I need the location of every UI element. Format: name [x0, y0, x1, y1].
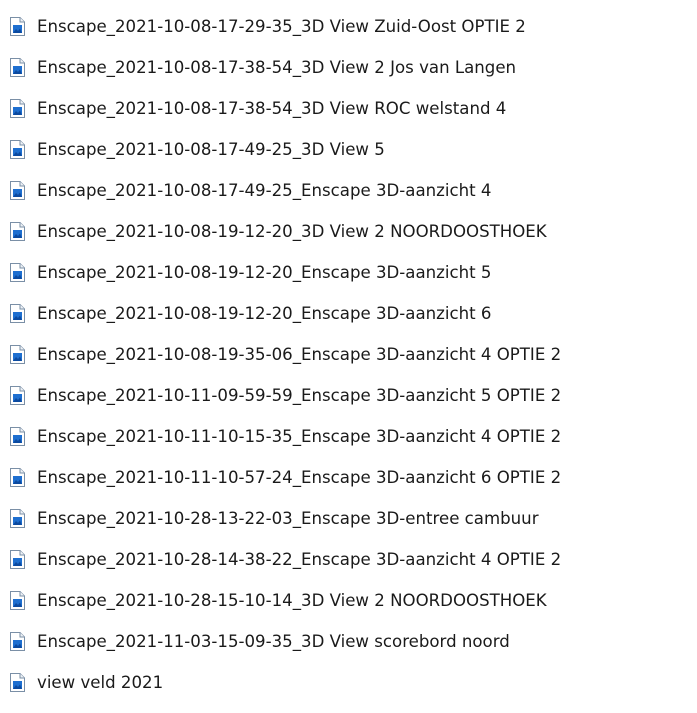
file-name: Enscape_2021-10-08-17-29-35_3D View Zuid… — [37, 16, 526, 36]
file-name: Enscape_2021-10-08-19-12-20_Enscape 3D-a… — [37, 262, 492, 282]
file-name: Enscape_2021-10-08-19-12-20_Enscape 3D-a… — [37, 303, 492, 323]
image-file-icon — [10, 468, 25, 487]
image-file-icon — [10, 632, 25, 651]
image-file-icon — [10, 673, 25, 692]
file-item[interactable]: Enscape_2021-10-28-14-38-22_Enscape 3D-a… — [0, 539, 697, 580]
image-file-icon — [10, 181, 25, 200]
image-file-icon — [10, 17, 25, 36]
file-name: view veld 2021 — [37, 672, 164, 692]
file-name: Enscape_2021-10-08-17-38-54_3D View 2 Jo… — [37, 57, 517, 77]
file-item[interactable]: Enscape_2021-10-28-15-10-14_3D View 2 NO… — [0, 580, 697, 621]
image-file-icon — [10, 591, 25, 610]
file-name: Enscape_2021-10-28-13-22-03_Enscape 3D-e… — [37, 508, 539, 528]
image-file-icon — [10, 427, 25, 446]
file-name: Enscape_2021-10-08-17-38-54_3D View ROC … — [37, 98, 507, 118]
file-name: Enscape_2021-10-11-09-59-59_Enscape 3D-a… — [37, 385, 562, 405]
file-item[interactable]: Enscape_2021-10-08-17-29-35_3D View Zuid… — [0, 6, 697, 47]
file-item[interactable]: Enscape_2021-10-08-19-12-20_Enscape 3D-a… — [0, 293, 697, 334]
file-item[interactable]: Enscape_2021-10-08-17-49-25_Enscape 3D-a… — [0, 170, 697, 211]
image-file-icon — [10, 509, 25, 528]
file-item[interactable]: view veld 2021 — [0, 662, 697, 703]
file-name: Enscape_2021-10-11-10-15-35_Enscape 3D-a… — [37, 426, 562, 446]
file-name: Enscape_2021-10-28-15-10-14_3D View 2 NO… — [37, 590, 547, 610]
file-item[interactable]: Enscape_2021-10-08-17-38-54_3D View ROC … — [0, 88, 697, 129]
image-file-icon — [10, 99, 25, 118]
file-list: Enscape_2021-10-08-17-29-35_3D View Zuid… — [0, 6, 697, 703]
file-item[interactable]: Enscape_2021-10-11-10-57-24_Enscape 3D-a… — [0, 457, 697, 498]
file-item[interactable]: Enscape_2021-10-28-13-22-03_Enscape 3D-e… — [0, 498, 697, 539]
file-name: Enscape_2021-10-08-19-35-06_Enscape 3D-a… — [37, 344, 562, 364]
file-name: Enscape_2021-10-08-17-49-25_3D View 5 — [37, 139, 385, 159]
image-file-icon — [10, 263, 25, 282]
image-file-icon — [10, 140, 25, 159]
file-item[interactable]: Enscape_2021-11-03-15-09-35_3D View scor… — [0, 621, 697, 662]
image-file-icon — [10, 345, 25, 364]
file-name: Enscape_2021-10-08-17-49-25_Enscape 3D-a… — [37, 180, 492, 200]
image-file-icon — [10, 58, 25, 77]
image-file-icon — [10, 386, 25, 405]
file-item[interactable]: Enscape_2021-10-08-17-38-54_3D View 2 Jo… — [0, 47, 697, 88]
file-item[interactable]: Enscape_2021-10-11-09-59-59_Enscape 3D-a… — [0, 375, 697, 416]
image-file-icon — [10, 550, 25, 569]
file-item[interactable]: Enscape_2021-10-08-17-49-25_3D View 5 — [0, 129, 697, 170]
file-item[interactable]: Enscape_2021-10-08-19-35-06_Enscape 3D-a… — [0, 334, 697, 375]
image-file-icon — [10, 304, 25, 323]
image-file-icon — [10, 222, 25, 241]
file-name: Enscape_2021-10-28-14-38-22_Enscape 3D-a… — [37, 549, 562, 569]
file-item[interactable]: Enscape_2021-10-08-19-12-20_Enscape 3D-a… — [0, 252, 697, 293]
file-name: Enscape_2021-10-08-19-12-20_3D View 2 NO… — [37, 221, 547, 241]
file-name: Enscape_2021-10-11-10-57-24_Enscape 3D-a… — [37, 467, 562, 487]
file-item[interactable]: Enscape_2021-10-11-10-15-35_Enscape 3D-a… — [0, 416, 697, 457]
file-item[interactable]: Enscape_2021-10-08-19-12-20_3D View 2 NO… — [0, 211, 697, 252]
file-name: Enscape_2021-11-03-15-09-35_3D View scor… — [37, 631, 510, 651]
